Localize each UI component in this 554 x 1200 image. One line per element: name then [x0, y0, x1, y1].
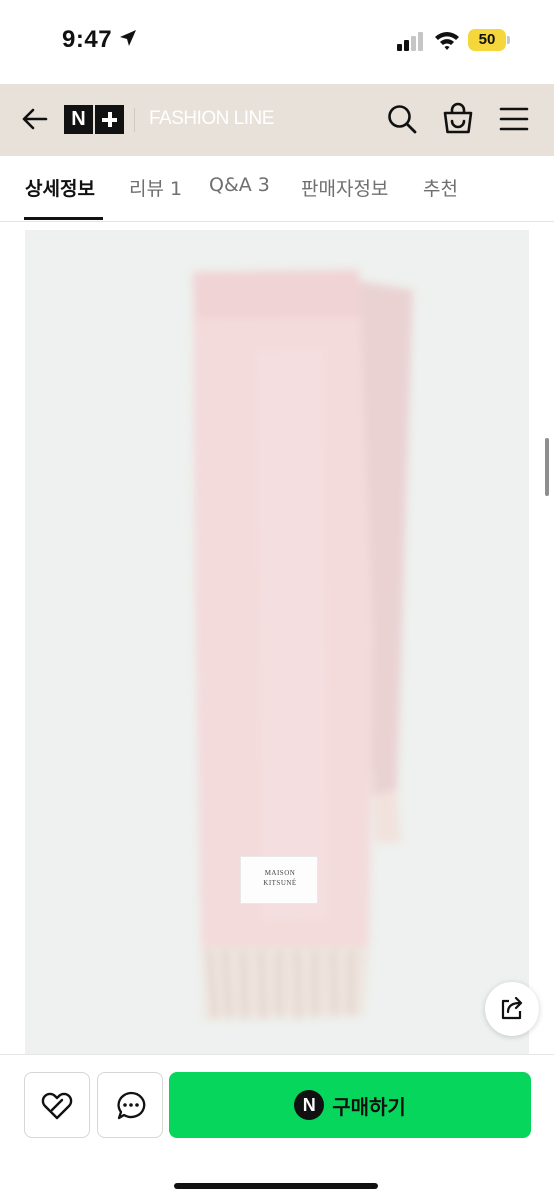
wishlist-button[interactable] [24, 1072, 90, 1138]
tab-seller-info[interactable]: 판매자정보 [301, 174, 388, 201]
brand-tag-line-1: MAISON [264, 869, 296, 877]
home-indicator[interactable] [174, 1183, 378, 1189]
buy-button-label: 구매하기 [332, 1094, 406, 1119]
brand-logo[interactable]: N [64, 105, 124, 134]
back-arrow-icon[interactable] [20, 104, 50, 134]
brand-tag-line-2: KITSUNÉ [263, 879, 297, 887]
chat-bubble-icon [117, 1091, 146, 1120]
brand-text: FASHION LINE [149, 108, 274, 129]
search-icon[interactable] [386, 103, 418, 135]
npay-icon: N [294, 1090, 325, 1120]
battery-level: 50 [478, 31, 496, 48]
tab-detail[interactable]: 상세정보 [25, 174, 95, 201]
product-tabs: 상세정보 리뷰 1 Q&A 3 판매자정보 추천 [0, 156, 554, 222]
hamburger-menu-icon[interactable] [498, 104, 530, 134]
battery-tip [507, 36, 510, 44]
brand-tag: MAISON KITSUNÉ [240, 856, 318, 904]
bottom-action-bar: N 구매하기 [0, 1054, 554, 1200]
logo-divider [134, 108, 135, 132]
status-bar: 9:47 50 [0, 0, 554, 84]
battery-icon: 50 [468, 29, 510, 51]
tab-reviews[interactable]: 리뷰 1 [129, 174, 182, 201]
status-time: 9:47 [62, 26, 113, 53]
cellular-signal-icon [397, 32, 423, 51]
logo-n: N [64, 105, 93, 134]
scrollbar[interactable] [545, 438, 549, 496]
active-tab-underline [24, 217, 103, 220]
talk-talk-button[interactable] [97, 1072, 163, 1138]
product-image[interactable]: MAISON KITSUNÉ [25, 230, 529, 1056]
heart-link-icon [41, 1092, 73, 1120]
wifi-icon [435, 32, 459, 50]
app-header: N FASHION LINE [0, 84, 554, 156]
tab-recommend[interactable]: 추천 [423, 174, 458, 201]
tab-qna[interactable]: Q&A 3 [209, 174, 270, 196]
plus-icon [95, 105, 124, 134]
shopping-bag-icon[interactable] [442, 101, 474, 135]
share-icon [501, 996, 523, 1020]
share-button[interactable] [485, 982, 539, 1036]
npay-buy-button[interactable]: N 구매하기 [169, 1072, 531, 1138]
scarf-image [193, 270, 413, 1021]
location-arrow-icon [120, 30, 136, 46]
